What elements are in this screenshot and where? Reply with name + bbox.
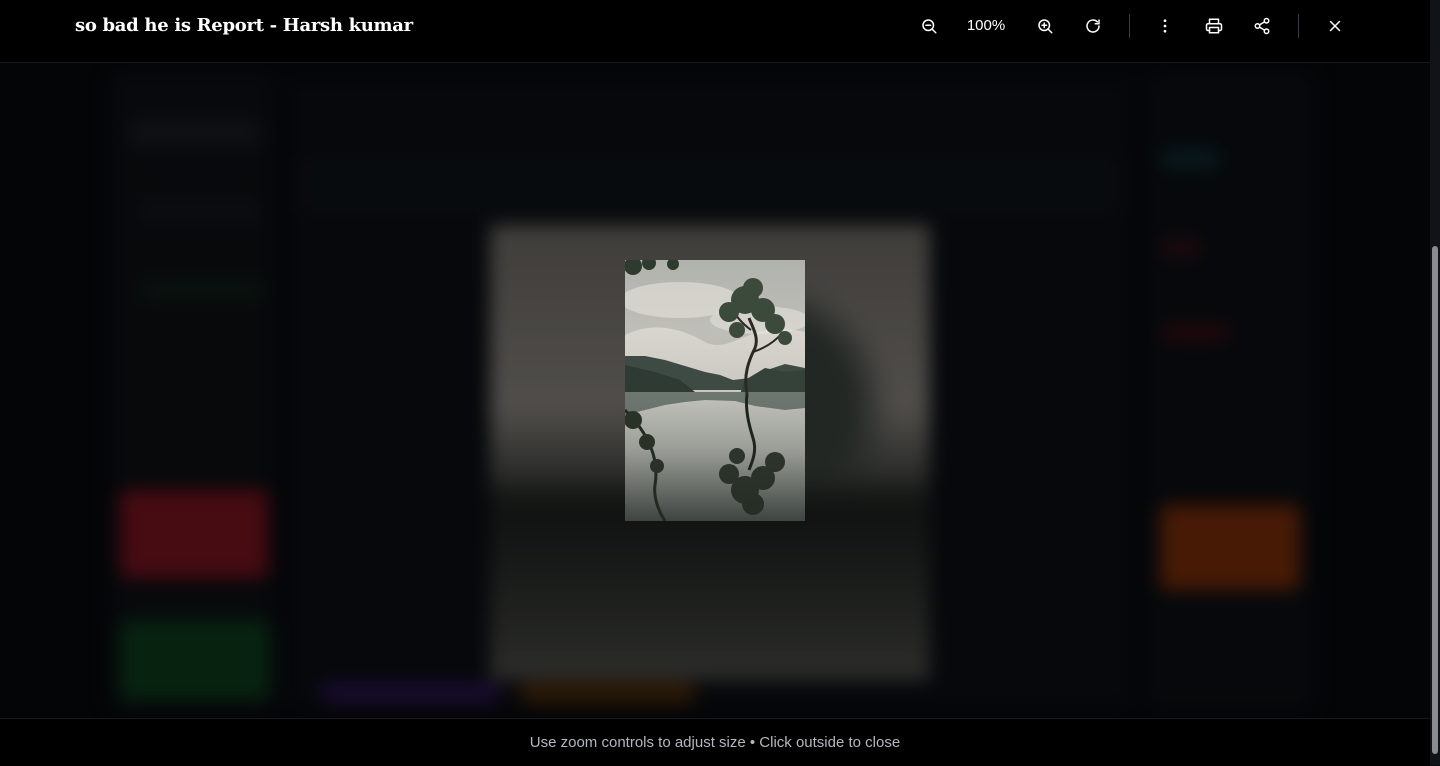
page-scrollbar[interactable] bbox=[1430, 0, 1440, 765]
close-icon bbox=[1329, 20, 1341, 32]
zoom-in-button[interactable] bbox=[1028, 9, 1062, 43]
share-button[interactable] bbox=[1245, 9, 1279, 43]
zoom-in-icon bbox=[1038, 19, 1053, 34]
share-icon bbox=[1254, 17, 1270, 35]
close-button[interactable] bbox=[1318, 9, 1352, 43]
more-options-button[interactable] bbox=[1148, 9, 1182, 43]
toolbar-divider bbox=[1129, 14, 1130, 38]
viewer-toolbar: so bad he is Report - Harsh kumar 100% bbox=[0, 0, 1430, 63]
lake-tree-photo bbox=[625, 260, 805, 521]
zoom-out-icon bbox=[922, 19, 937, 34]
scroll-thumb[interactable] bbox=[1432, 246, 1438, 754]
print-icon bbox=[1205, 18, 1223, 34]
more-vertical-icon bbox=[1163, 19, 1167, 33]
viewer-footer: Use zoom controls to adjust size • Click… bbox=[0, 718, 1430, 766]
zoom-out-button[interactable] bbox=[912, 9, 946, 43]
refresh-icon bbox=[1086, 19, 1100, 33]
toolbar-divider bbox=[1298, 14, 1299, 38]
zoom-level: 100% bbox=[966, 17, 1006, 34]
print-button[interactable] bbox=[1197, 9, 1231, 43]
report-title: so bad he is Report - Harsh kumar bbox=[75, 15, 413, 36]
preview-image[interactable] bbox=[625, 260, 805, 521]
usage-hint: Use zoom controls to adjust size • Click… bbox=[529, 733, 901, 751]
reset-rotate-button[interactable] bbox=[1076, 9, 1110, 43]
